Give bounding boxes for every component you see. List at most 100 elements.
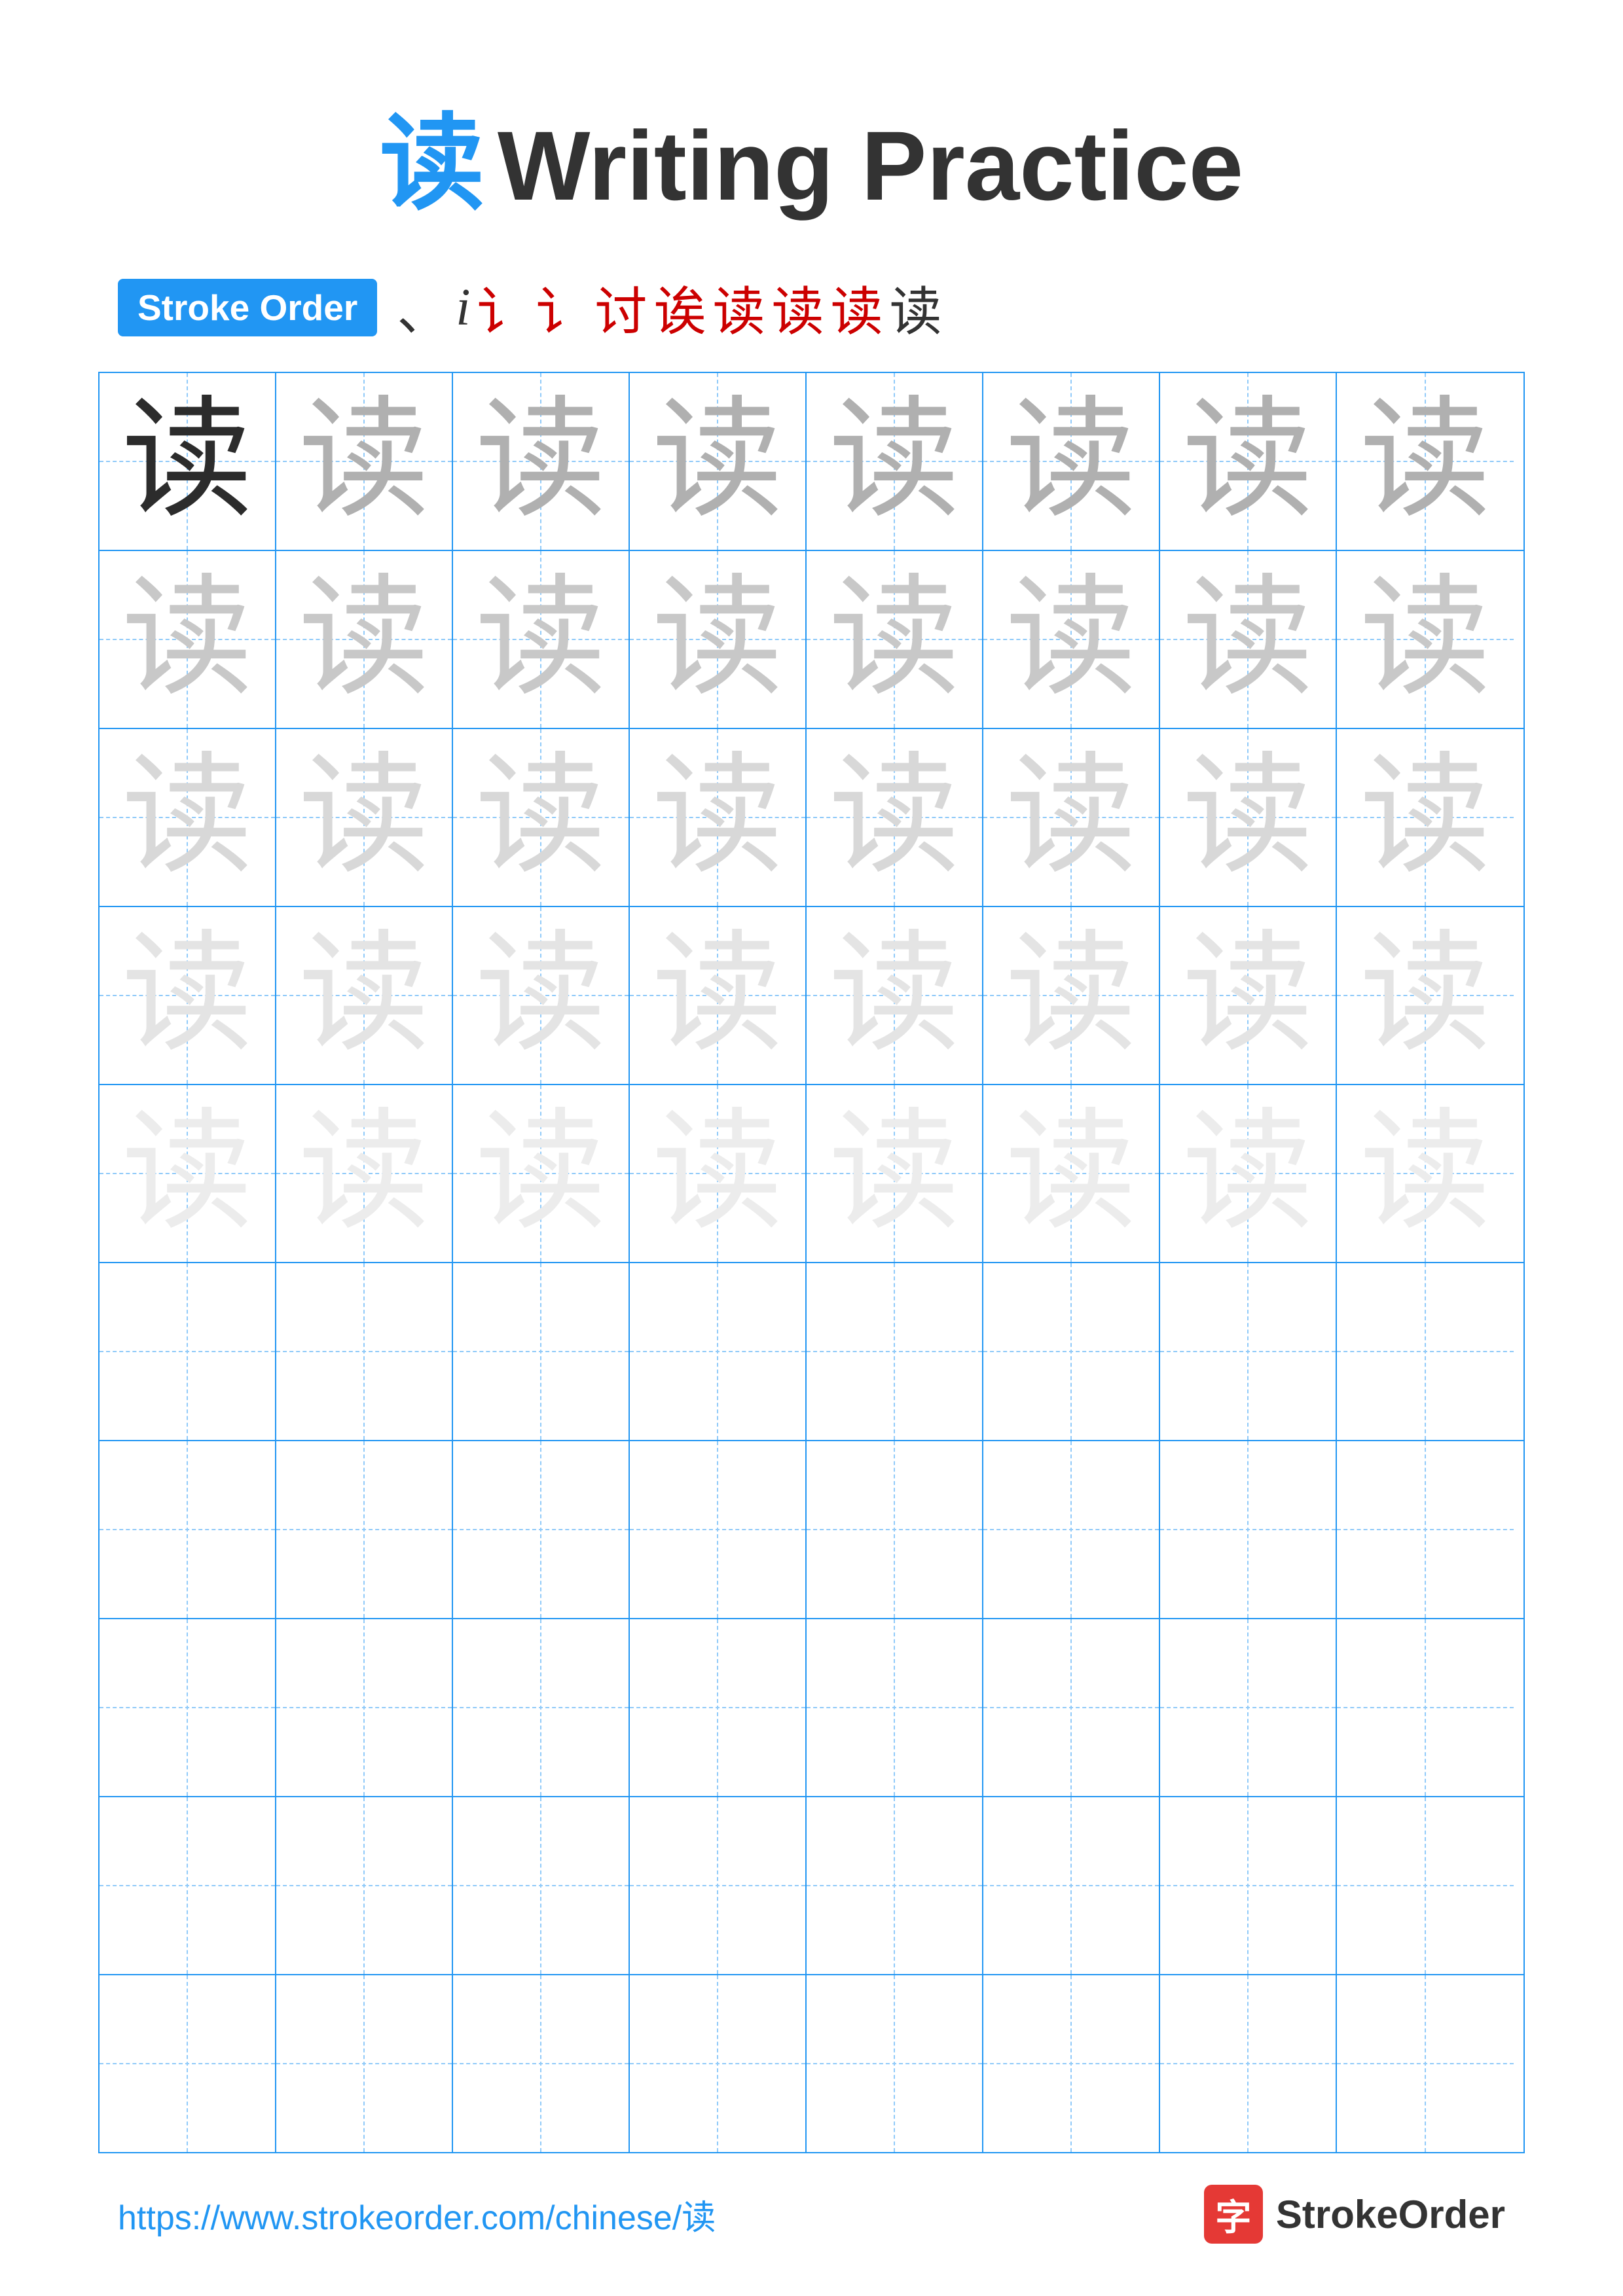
grid-cell: 读 bbox=[453, 1085, 630, 1262]
grid-cell: 读 bbox=[100, 907, 276, 1084]
grid-cell: 读 bbox=[807, 907, 983, 1084]
grid-cell: 读 bbox=[276, 907, 453, 1084]
grid-row-2: 读 读 读 读 读 读 读 读 bbox=[100, 551, 1523, 729]
page-title: 读Writing Practice bbox=[0, 0, 1623, 270]
grid-cell[interactable] bbox=[1160, 1619, 1337, 1796]
grid-cell: 读 bbox=[983, 551, 1160, 728]
grid-cell[interactable] bbox=[276, 1619, 453, 1796]
grid-cell: 读 bbox=[276, 551, 453, 728]
stroke-10: 读 bbox=[889, 270, 941, 346]
grid-cell: 读 bbox=[453, 373, 630, 550]
grid-cell[interactable] bbox=[983, 1975, 1160, 2152]
grid-cell: 读 bbox=[630, 1085, 807, 1262]
grid-cell[interactable] bbox=[807, 1619, 983, 1796]
stroke-9: 读 bbox=[830, 270, 883, 346]
grid-row-10 bbox=[100, 1975, 1523, 2152]
grid-cell: 读 bbox=[1337, 729, 1514, 906]
title-char: 读 bbox=[380, 105, 484, 222]
grid-row-4: 读 读 读 读 读 读 读 读 bbox=[100, 907, 1523, 1085]
grid-cell[interactable] bbox=[630, 1619, 807, 1796]
grid-cell: 读 bbox=[1337, 373, 1514, 550]
grid-cell[interactable] bbox=[630, 1441, 807, 1618]
grid-cell[interactable] bbox=[1337, 1263, 1514, 1440]
grid-cell: 读 bbox=[983, 907, 1160, 1084]
grid-cell[interactable] bbox=[100, 1441, 276, 1618]
grid-cell: 读 bbox=[983, 1085, 1160, 1262]
grid-row-9 bbox=[100, 1797, 1523, 1975]
grid-cell: 读 bbox=[1337, 551, 1514, 728]
grid-row-5: 读 读 读 读 读 读 读 读 bbox=[100, 1085, 1523, 1263]
grid-cell[interactable] bbox=[453, 1441, 630, 1618]
grid-cell: 读 bbox=[453, 551, 630, 728]
grid-cell[interactable] bbox=[1337, 1619, 1514, 1796]
practice-grid: 读 读 读 读 读 读 读 读 读 读 读 读 读 读 读 读 读 读 读 读 … bbox=[98, 372, 1525, 2153]
grid-cell[interactable] bbox=[1337, 1975, 1514, 2152]
grid-cell: 读 bbox=[453, 729, 630, 906]
grid-cell[interactable] bbox=[453, 1797, 630, 1974]
footer-brand: 字 StrokeOrder bbox=[1204, 2185, 1505, 2244]
grid-cell: 读 bbox=[100, 551, 276, 728]
grid-cell: 读 bbox=[807, 373, 983, 550]
grid-cell[interactable] bbox=[453, 1263, 630, 1440]
grid-row-7 bbox=[100, 1441, 1523, 1619]
grid-cell[interactable] bbox=[276, 1797, 453, 1974]
grid-cell[interactable] bbox=[1160, 1797, 1337, 1974]
brand-name: StrokeOrder bbox=[1276, 2192, 1505, 2237]
footer-url[interactable]: https://www.strokeorder.com/chinese/读 bbox=[118, 2190, 716, 2239]
grid-cell: 读 bbox=[1160, 1085, 1337, 1262]
grid-cell: 读 bbox=[100, 373, 276, 550]
grid-cell: 读 bbox=[276, 1085, 453, 1262]
brand-icon: 字 bbox=[1204, 2185, 1263, 2244]
grid-cell[interactable] bbox=[630, 1797, 807, 1974]
grid-cell[interactable] bbox=[983, 1619, 1160, 1796]
grid-row-8 bbox=[100, 1619, 1523, 1797]
grid-cell[interactable] bbox=[983, 1263, 1160, 1440]
grid-row-1: 读 读 读 读 读 读 读 读 bbox=[100, 373, 1523, 551]
grid-cell[interactable] bbox=[276, 1441, 453, 1618]
stroke-sequence: 、 i 讠 讠 讨 诶 读 读 读 读 bbox=[397, 270, 941, 346]
grid-cell[interactable] bbox=[807, 1797, 983, 1974]
grid-cell[interactable] bbox=[100, 1263, 276, 1440]
grid-cell[interactable] bbox=[807, 1975, 983, 2152]
grid-cell: 读 bbox=[100, 1085, 276, 1262]
grid-cell: 读 bbox=[1160, 373, 1337, 550]
stroke-order-row: Stroke Order 、 i 讠 讠 讨 诶 读 读 读 读 bbox=[0, 270, 1623, 346]
grid-cell: 读 bbox=[100, 729, 276, 906]
grid-cell: 读 bbox=[1160, 729, 1337, 906]
grid-cell[interactable] bbox=[100, 1619, 276, 1796]
grid-cell: 读 bbox=[807, 729, 983, 906]
grid-cell[interactable] bbox=[453, 1975, 630, 2152]
grid-cell: 读 bbox=[630, 551, 807, 728]
grid-cell[interactable] bbox=[1160, 1263, 1337, 1440]
grid-cell: 读 bbox=[1160, 907, 1337, 1084]
grid-cell[interactable] bbox=[276, 1975, 453, 2152]
grid-cell: 读 bbox=[453, 907, 630, 1084]
grid-cell[interactable] bbox=[983, 1441, 1160, 1618]
grid-cell[interactable] bbox=[276, 1263, 453, 1440]
grid-cell[interactable] bbox=[100, 1797, 276, 1974]
grid-cell: 读 bbox=[276, 373, 453, 550]
grid-cell[interactable] bbox=[453, 1619, 630, 1796]
grid-cell[interactable] bbox=[807, 1441, 983, 1618]
grid-cell[interactable] bbox=[630, 1975, 807, 2152]
grid-cell: 读 bbox=[807, 1085, 983, 1262]
stroke-7: 读 bbox=[712, 270, 765, 346]
grid-row-3: 读 读 读 读 读 读 读 读 bbox=[100, 729, 1523, 907]
grid-cell: 读 bbox=[276, 729, 453, 906]
grid-cell: 读 bbox=[1337, 1085, 1514, 1262]
grid-cell: 读 bbox=[630, 907, 807, 1084]
grid-cell[interactable] bbox=[1337, 1797, 1514, 1974]
grid-cell[interactable] bbox=[1160, 1975, 1337, 2152]
grid-cell[interactable] bbox=[983, 1797, 1160, 1974]
grid-cell[interactable] bbox=[807, 1263, 983, 1440]
grid-row-6 bbox=[100, 1263, 1523, 1441]
grid-cell[interactable] bbox=[1337, 1441, 1514, 1618]
grid-cell: 读 bbox=[1160, 551, 1337, 728]
grid-cell[interactable] bbox=[1160, 1441, 1337, 1618]
grid-cell: 读 bbox=[983, 729, 1160, 906]
stroke-2: i bbox=[456, 278, 470, 338]
grid-cell[interactable] bbox=[100, 1975, 276, 2152]
stroke-order-badge: Stroke Order bbox=[118, 279, 377, 336]
grid-cell[interactable] bbox=[630, 1263, 807, 1440]
stroke-3: 讠 bbox=[477, 270, 529, 346]
